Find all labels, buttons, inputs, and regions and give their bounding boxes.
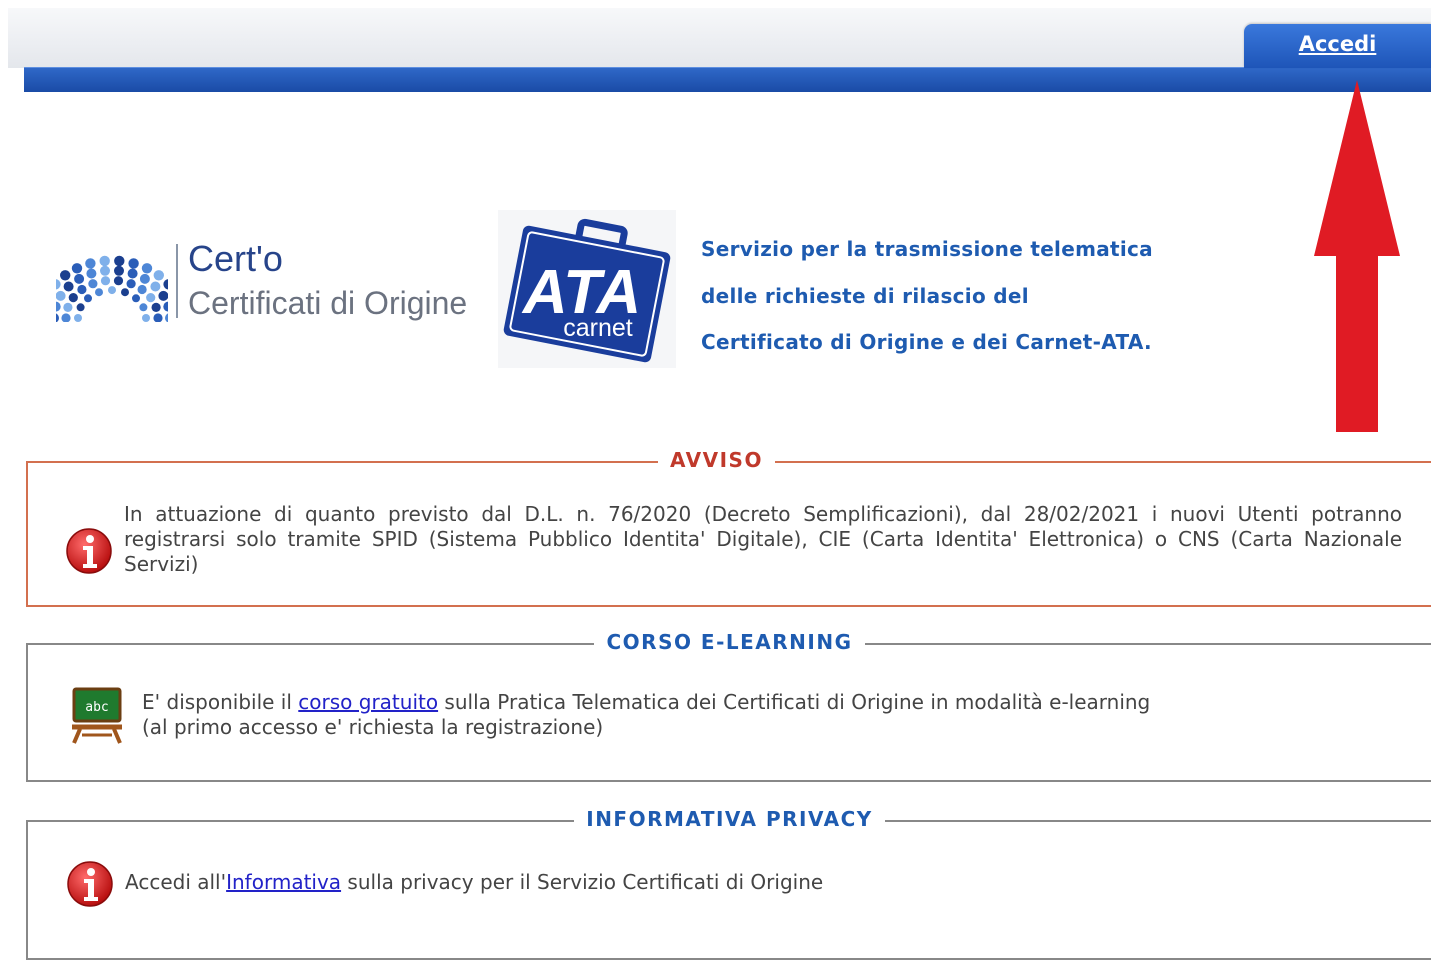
logo-dot bbox=[95, 288, 103, 297]
logo-dot bbox=[146, 293, 156, 303]
logo-dot bbox=[158, 290, 168, 301]
service-description: Servizio per la trasmissione telematica … bbox=[701, 226, 1221, 366]
avviso-text: In attuazione di quanto previsto dal D.L… bbox=[124, 502, 1402, 576]
privacy-panel: INFORMATIVA PRIVACY Accedi all'Informati… bbox=[26, 807, 1431, 960]
service-line: delle richieste di rilascio del bbox=[701, 283, 1029, 308]
logo-dot bbox=[114, 265, 124, 276]
free-course-link[interactable]: corso gratuito bbox=[298, 690, 438, 714]
logo-dot bbox=[61, 313, 71, 322]
logo-dot bbox=[85, 258, 96, 269]
logo-dot bbox=[153, 270, 164, 281]
logo-dot bbox=[86, 268, 97, 279]
info-icon bbox=[66, 528, 112, 574]
chalkboard-letters: abc bbox=[85, 700, 108, 715]
logo-dot bbox=[74, 273, 85, 284]
ata-carnet-logo: ATA carnet bbox=[498, 210, 676, 368]
logo-dot bbox=[150, 281, 161, 292]
logo-dot bbox=[142, 314, 150, 322]
logo-dot bbox=[139, 273, 150, 284]
logo-divider bbox=[176, 244, 178, 318]
logo-dot bbox=[127, 268, 138, 279]
logo-dot bbox=[56, 313, 59, 322]
header-strip bbox=[24, 67, 1431, 92]
service-line: Servizio per la trasmissione telematica bbox=[701, 237, 1153, 261]
certo-name: Cert'o bbox=[188, 238, 283, 279]
logo-dot bbox=[63, 281, 74, 292]
logo-dot bbox=[99, 255, 110, 267]
service-line: Certificato di Origine e dei Carnet-ATA. bbox=[701, 330, 1152, 354]
logo-dot bbox=[128, 258, 139, 269]
logo-dot bbox=[63, 302, 73, 312]
logo-dot bbox=[163, 301, 168, 312]
elearning-note: (al primo accesso e' richiesta la regist… bbox=[142, 715, 604, 739]
chalkboard-icon: abc bbox=[72, 687, 122, 744]
logo-dot bbox=[163, 279, 168, 290]
logo-dot bbox=[77, 284, 87, 295]
elearning-panel: CORSO E-LEARNING abc E' disponibile il c… bbox=[26, 630, 1431, 782]
logo-dot bbox=[114, 255, 125, 267]
logo-dot bbox=[71, 263, 83, 274]
logo-dot bbox=[108, 286, 116, 295]
privacy-title: INFORMATIVA PRIVACY bbox=[574, 807, 885, 831]
elearning-text: E' disponibile il corso gratuito sulla P… bbox=[142, 690, 1342, 740]
annotation-arrow-icon bbox=[1314, 80, 1400, 432]
logo-dot bbox=[141, 263, 153, 274]
ata-subtitle: carnet bbox=[563, 314, 633, 342]
logo-dot bbox=[132, 294, 140, 303]
login-link[interactable]: Accedi bbox=[1299, 32, 1377, 56]
logo-dot bbox=[100, 276, 111, 286]
info-icon bbox=[67, 861, 113, 907]
logo-dot bbox=[151, 302, 161, 312]
privacy-text-after: sulla privacy per il Servizio Certificat… bbox=[341, 870, 824, 894]
avviso-title: AVVISO bbox=[658, 448, 775, 472]
certo-subtitle: Certificati di Origine bbox=[188, 285, 468, 321]
logo-dot bbox=[68, 293, 78, 303]
logo-dot bbox=[84, 294, 92, 303]
privacy-text: Accedi all'Informativa sulla privacy per… bbox=[125, 870, 1325, 895]
elearning-text-after: sulla Pratica Telematica dei Certificati… bbox=[438, 690, 1151, 714]
privacy-text-before: Accedi all' bbox=[125, 870, 227, 894]
logo-dot bbox=[165, 313, 168, 322]
logo-dot bbox=[100, 265, 110, 276]
elearning-text-before: E' disponibile il bbox=[142, 690, 299, 714]
logo-dot bbox=[56, 279, 61, 290]
login-tab[interactable]: Accedi bbox=[1244, 24, 1431, 68]
top-bar bbox=[8, 8, 1431, 68]
logo-dot bbox=[137, 284, 147, 295]
logo-dot bbox=[113, 276, 124, 286]
avviso-panel: AVVISO In attuazione di quanto previsto … bbox=[26, 448, 1431, 607]
logo-dot bbox=[60, 270, 71, 281]
logo-dot bbox=[126, 279, 136, 289]
logo-dot bbox=[74, 314, 82, 322]
privacy-info-link[interactable]: Informativa bbox=[226, 870, 341, 894]
logo-dot bbox=[56, 301, 61, 312]
certo-dots-icon bbox=[56, 255, 168, 322]
logo-dot bbox=[56, 290, 66, 301]
logo-dot bbox=[76, 303, 85, 312]
logo-dot bbox=[88, 279, 98, 289]
logo-dot bbox=[121, 288, 129, 297]
logo-dot bbox=[139, 303, 148, 312]
logo-dot bbox=[153, 313, 163, 322]
elearning-title: CORSO E-LEARNING bbox=[594, 630, 865, 654]
